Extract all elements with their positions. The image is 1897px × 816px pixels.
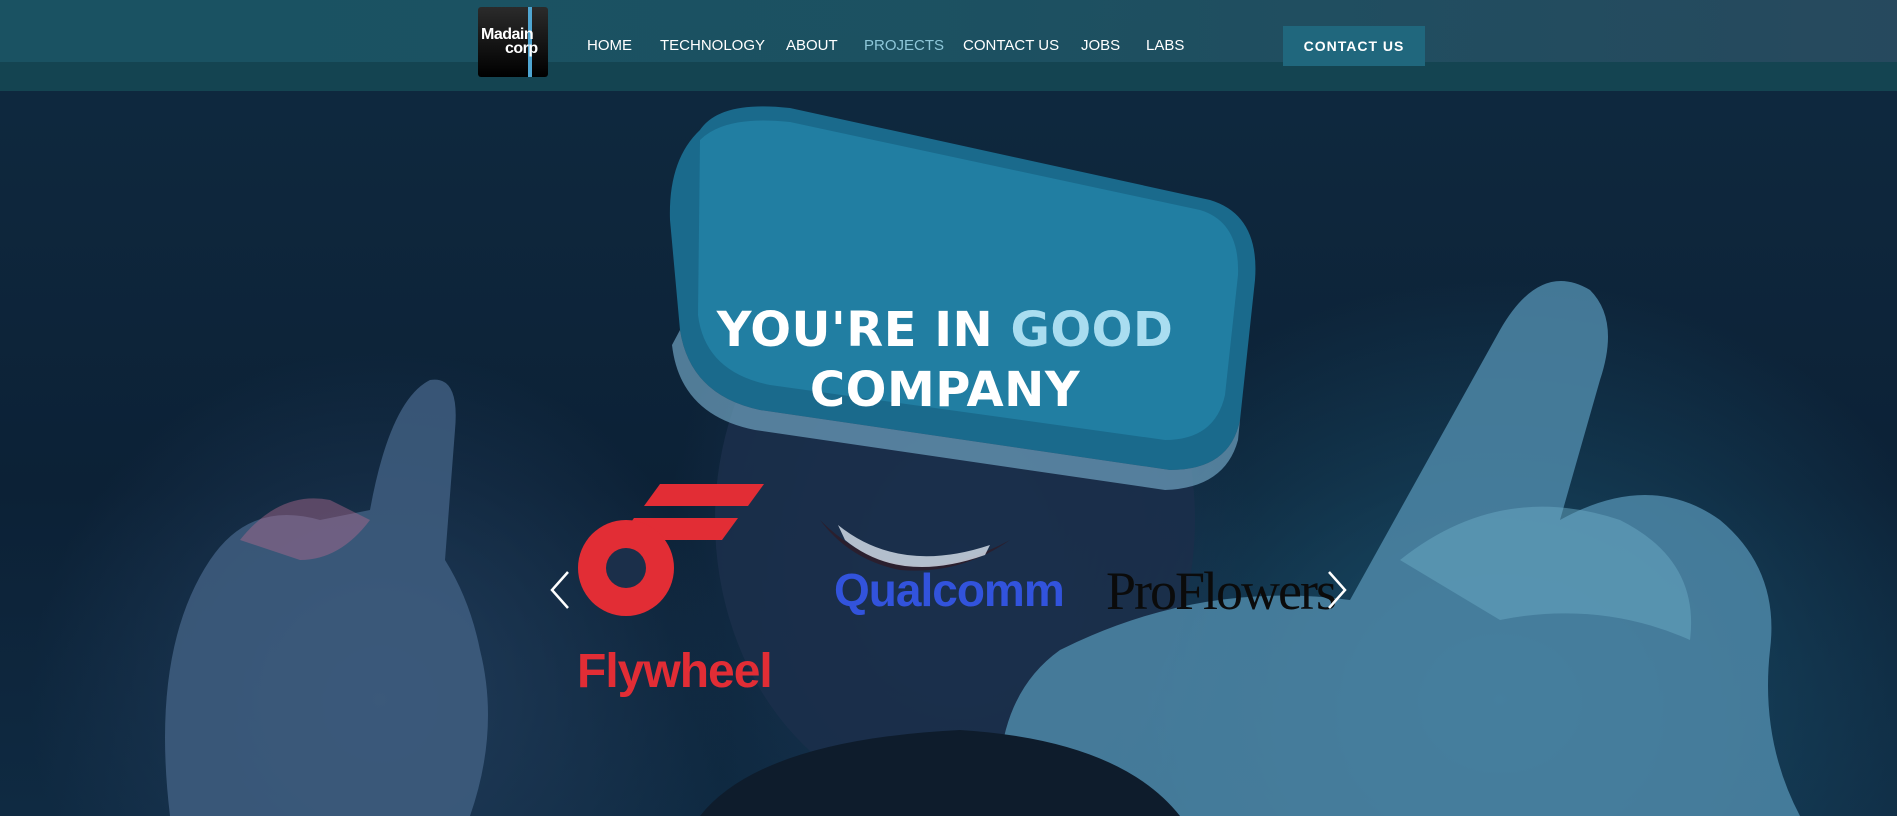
nav-item-about[interactable]: ABOUT: [786, 37, 838, 54]
nav-item-home[interactable]: HOME: [587, 37, 632, 54]
nav-item-jobs[interactable]: JOBS: [1081, 37, 1120, 54]
nav-item-technology[interactable]: TECHNOLOGY: [660, 37, 765, 54]
logo-text-line2: corp: [505, 40, 538, 57]
flywheel-mark-icon: [578, 484, 764, 616]
carousel-next-button[interactable]: [1325, 568, 1349, 612]
brand-logo[interactable]: Madain corp: [478, 7, 548, 77]
chevron-left-icon: [550, 571, 569, 609]
chevron-right-icon: [1328, 571, 1347, 609]
logo-qualcomm[interactable]: Qualcomm: [834, 563, 1065, 617]
headline-accent: GOOD: [1010, 302, 1174, 358]
site-header: Madain corp HOME TECHNOLOGY ABOUT PROJEC…: [0, 0, 1897, 91]
flywheel-logo-text: Flywheel: [577, 645, 773, 698]
logo-proflowers[interactable]: ProFlowers: [1106, 560, 1336, 622]
nav-item-labs[interactable]: LABS: [1146, 37, 1184, 54]
headline-part2: COMPANY: [809, 362, 1081, 418]
header-top-band: [0, 0, 1897, 62]
nav-item-projects[interactable]: PROJECTS: [864, 37, 944, 54]
headline-part1: YOU'RE IN: [716, 302, 994, 358]
hero-headline: YOU'RE IN GOOD COMPANY: [640, 300, 1250, 420]
contact-us-button[interactable]: CONTACT US: [1283, 26, 1425, 66]
carousel-prev-button[interactable]: [548, 568, 572, 612]
nav-item-contact-us[interactable]: CONTACT US: [963, 37, 1059, 54]
